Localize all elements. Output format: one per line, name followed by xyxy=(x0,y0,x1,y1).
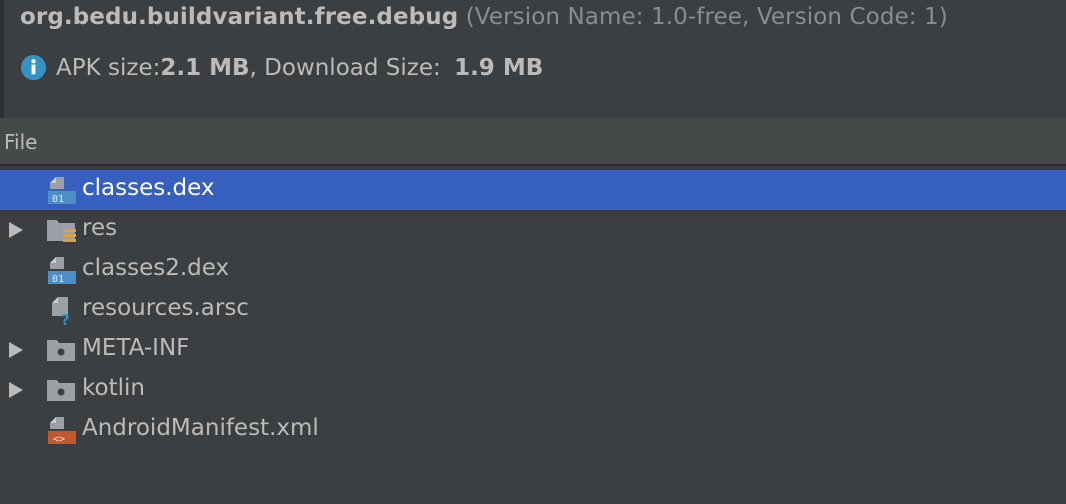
apk-size-info: APK size: 2.1 MB , Download Size: 1.9 MB xyxy=(20,54,543,81)
dex-file-icon: 01 xyxy=(48,177,76,205)
file-tree: 01 classes.dex res 01 classes2.dex ? res… xyxy=(0,170,1066,450)
apk-title: org.bedu.buildvariant.free.debug (Versio… xyxy=(20,4,948,30)
tree-row-meta-inf[interactable]: META-INF xyxy=(0,330,1066,370)
tree-row-resources-arsc[interactable]: ? resources.arsc xyxy=(0,290,1066,330)
file-column-header[interactable]: File xyxy=(0,118,1066,166)
tree-item-label: classes.dex xyxy=(82,175,215,201)
expand-arrow-icon[interactable] xyxy=(9,222,23,238)
tree-item-label: res xyxy=(82,215,118,241)
package-name: org.bedu.buildvariant.free.debug xyxy=(20,4,459,30)
tree-row-kotlin[interactable]: kotlin xyxy=(0,370,1066,410)
tree-item-label: classes2.dex xyxy=(82,255,230,281)
apk-summary-header: org.bedu.buildvariant.free.debug (Versio… xyxy=(0,0,1066,118)
tree-item-label: resources.arsc xyxy=(82,295,249,321)
apk-size-label: APK size: xyxy=(56,54,161,81)
xml-file-icon: <> xyxy=(48,417,76,445)
folder-icon xyxy=(47,340,75,361)
file-column-label: File xyxy=(4,130,38,154)
panel-edge xyxy=(0,0,4,118)
expand-arrow-icon[interactable] xyxy=(9,342,23,358)
download-size-value: 1.9 MB xyxy=(454,54,544,81)
svg-text:<>: <> xyxy=(53,434,65,445)
tree-row-android-manifest[interactable]: <> AndroidManifest.xml xyxy=(0,410,1066,450)
expand-arrow-icon[interactable] xyxy=(9,382,23,398)
tree-row-res[interactable]: res xyxy=(0,210,1066,250)
version-info: (Version Name: 1.0-free, Version Code: 1… xyxy=(458,4,948,30)
apk-analyzer-panel: org.bedu.buildvariant.free.debug (Versio… xyxy=(0,0,1066,504)
svg-text:?: ? xyxy=(61,311,70,326)
svg-text:01: 01 xyxy=(52,194,64,205)
folder-icon xyxy=(47,380,75,401)
download-size-label: , Download Size: xyxy=(249,54,449,81)
apk-size-value: 2.1 MB xyxy=(160,54,250,81)
unknown-file-icon: ? xyxy=(52,297,70,326)
info-icon xyxy=(20,54,47,81)
tree-row-classes2-dex[interactable]: 01 classes2.dex xyxy=(0,250,1066,290)
tree-item-label: AndroidManifest.xml xyxy=(82,415,319,441)
resource-folder-icon xyxy=(47,220,76,242)
dex-file-icon: 01 xyxy=(48,257,76,285)
tree-item-label: META-INF xyxy=(82,335,190,361)
tree-row-classes-dex[interactable]: 01 classes.dex xyxy=(0,170,1066,210)
tree-item-label: kotlin xyxy=(82,375,145,401)
svg-text:01: 01 xyxy=(52,274,64,285)
